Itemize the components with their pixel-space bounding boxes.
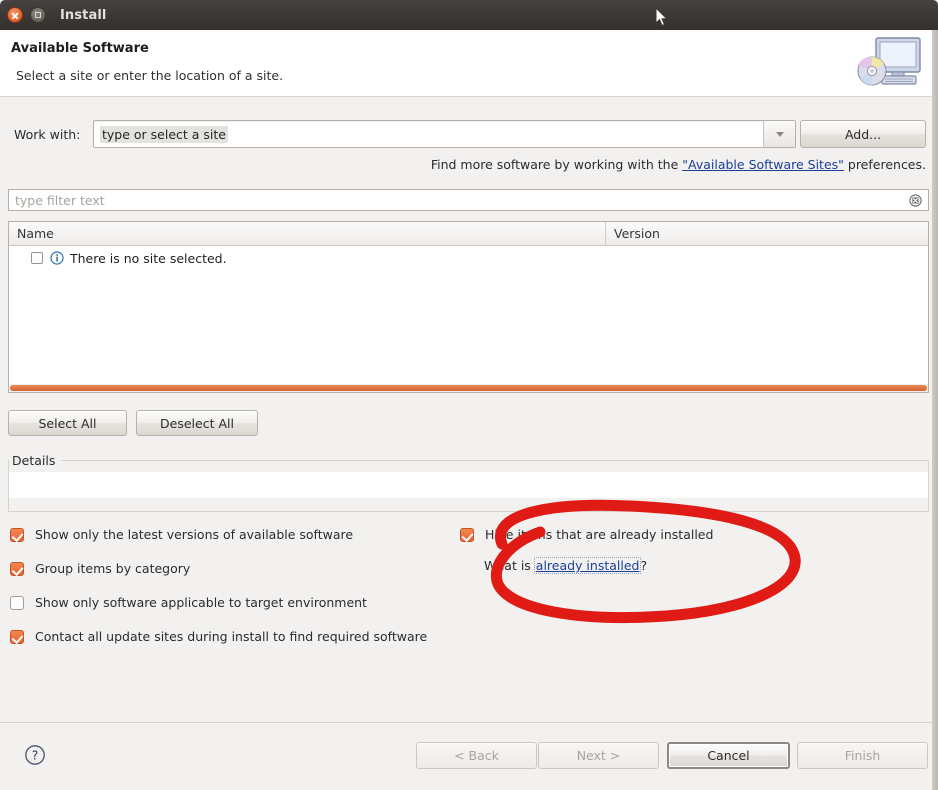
filter-placeholder: type filter text: [15, 193, 105, 208]
row-name-cell: There is no site selected.: [70, 250, 227, 266]
next-button[interactable]: Next >: [538, 742, 659, 769]
checkbox-checked-icon[interactable]: [10, 629, 24, 644]
work-with-label: Work with:: [14, 127, 81, 142]
details-group-line: [60, 460, 929, 461]
find-more-software-text: Find more software by working with the "…: [431, 157, 926, 172]
finish-button[interactable]: Finish: [797, 742, 928, 769]
checkbox-checked-icon[interactable]: [460, 527, 474, 542]
svg-text:?: ?: [32, 748, 38, 762]
deselect-all-button[interactable]: Deselect All: [136, 410, 258, 436]
select-all-button[interactable]: Select All: [8, 410, 127, 436]
option-applicable-target-environment[interactable]: Show only software applicable to target …: [10, 595, 367, 610]
row-checkbox[interactable]: [31, 252, 43, 264]
tree-horizontal-scrollbar[interactable]: [9, 384, 928, 392]
cancel-button[interactable]: Cancel: [667, 742, 790, 769]
chevron-down-icon: [775, 131, 784, 137]
maximize-icon[interactable]: [30, 7, 46, 23]
details-label: Details: [12, 453, 62, 468]
checkbox-checked-icon[interactable]: [10, 527, 24, 542]
info-icon: [50, 251, 64, 265]
column-header-name[interactable]: Name: [9, 222, 606, 245]
available-software-tree[interactable]: Name Version There is no site selected.: [8, 221, 929, 393]
option-label: Contact all update sites during install …: [35, 629, 428, 644]
option-label: Hide items that are already installed: [485, 527, 714, 542]
option-contact-update-sites[interactable]: Contact all update sites during install …: [10, 629, 427, 644]
site-combo-value[interactable]: type or select a site: [100, 126, 228, 143]
option-hide-already-installed[interactable]: Hide items that are already installed: [460, 527, 713, 542]
details-text-area[interactable]: [9, 472, 928, 498]
column-header-version[interactable]: Version: [606, 222, 928, 245]
filter-input[interactable]: type filter text: [8, 189, 929, 211]
option-show-latest-versions[interactable]: Show only the latest versions of availab…: [10, 527, 353, 542]
work-with-row: Work with: type or select a site Add...: [0, 120, 938, 150]
add-site-button[interactable]: Add...: [800, 120, 926, 148]
close-icon[interactable]: [7, 7, 23, 23]
page-subtitle: Select a site or enter the location of a…: [16, 68, 284, 83]
find-more-suffix: preferences.: [843, 157, 926, 172]
footer-divider: [0, 722, 938, 723]
page-title: Available Software: [11, 41, 149, 56]
window-title: Install: [60, 7, 107, 23]
checkbox-unchecked-icon[interactable]: [10, 595, 24, 610]
already-installed-link[interactable]: already installed: [533, 557, 642, 574]
table-row[interactable]: There is no site selected.: [9, 246, 928, 270]
clear-icon[interactable]: [908, 193, 923, 208]
window-right-edge: [932, 30, 938, 790]
tree-scrollbar-thumb[interactable]: [10, 385, 927, 391]
install-dialog-window: Install Available Software Select a site…: [0, 0, 938, 790]
help-icon[interactable]: ?: [24, 744, 46, 766]
option-label: Show only the latest versions of availab…: [35, 527, 354, 542]
tree-header: Name Version: [9, 222, 928, 246]
what-is-prefix: What is: [484, 558, 535, 573]
back-button[interactable]: < Back: [416, 742, 537, 769]
checkbox-checked-icon[interactable]: [10, 561, 24, 576]
what-is-suffix: ?: [640, 558, 648, 573]
title-bar: Install: [0, 0, 938, 30]
install-computer-disc-icon: [857, 37, 921, 86]
option-group-by-category[interactable]: Group items by category: [10, 561, 190, 576]
what-is-already-installed-text: What is already installed?: [484, 557, 648, 574]
wizard-banner: Available Software Select a site or ente…: [0, 30, 938, 97]
site-combo-dropdown-button[interactable]: [763, 121, 795, 147]
option-label: Show only software applicable to target …: [35, 595, 367, 610]
available-software-sites-link[interactable]: "Available Software Sites": [682, 157, 844, 172]
site-combo-box[interactable]: type or select a site: [93, 120, 796, 148]
option-label: Group items by category: [35, 561, 191, 576]
find-more-prefix: Find more software by working with the: [430, 157, 683, 172]
